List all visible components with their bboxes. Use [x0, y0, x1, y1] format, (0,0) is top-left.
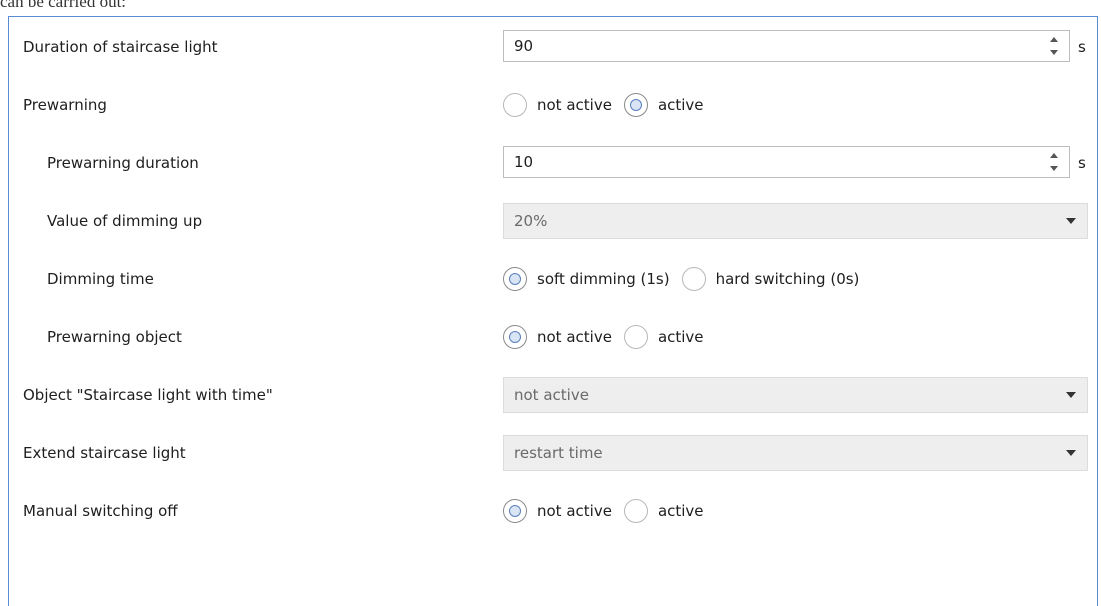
radio-unselected-icon[interactable]: [503, 93, 527, 117]
option-label: active: [657, 328, 704, 346]
row-dimming-time: Dimming time soft dimming (1s) hard swit…: [9, 254, 1099, 304]
row-extend-staircase-light: Extend staircase light restart time: [9, 428, 1099, 478]
radio-selected-icon[interactable]: [623, 93, 648, 117]
option-label: active: [657, 502, 704, 520]
spin-arrows[interactable]: [1048, 35, 1060, 57]
option-label: not active: [537, 96, 612, 114]
prewarning-duration-label: Prewarning duration: [47, 154, 199, 172]
row-value-dimming-up: Value of dimming up 20%: [9, 196, 1099, 246]
prewarning-object-option-not-active[interactable]: not active: [503, 325, 612, 349]
prewarning-label: Prewarning: [23, 96, 107, 114]
radio-selected-icon[interactable]: [503, 325, 527, 349]
selected-value: restart time: [514, 444, 603, 462]
extend-staircase-light-label: Extend staircase light: [23, 444, 186, 462]
selected-value: 20%: [514, 212, 548, 230]
chevron-down-icon[interactable]: [1066, 450, 1076, 456]
duration-staircase-light-label: Duration of staircase light: [23, 38, 218, 56]
row-manual-switching-off: Manual switching off not active active: [9, 486, 1099, 536]
dimming-time-label: Dimming time: [47, 270, 154, 288]
header-text: can be carried out:: [0, 0, 127, 11]
parameter-panel: Duration of staircase light 90 s Prewarn…: [8, 16, 1098, 606]
dimming-time-option-soft[interactable]: soft dimming (1s): [503, 267, 670, 291]
selected-value: not active: [514, 386, 589, 404]
radio-unselected-icon[interactable]: [681, 267, 706, 291]
dimming-time-radio-group: soft dimming (1s) hard switching (0s): [503, 254, 871, 304]
manual-switching-off-radio-group: not active active: [503, 486, 716, 536]
manual-switching-off-option-not-active[interactable]: not active: [503, 499, 612, 523]
spin-down-icon[interactable]: [1050, 166, 1058, 171]
manual-switching-off-label: Manual switching off: [23, 502, 178, 520]
row-prewarning-duration: Prewarning duration 10 s: [9, 138, 1099, 188]
radio-selected-icon[interactable]: [503, 267, 527, 291]
object-staircase-light-select[interactable]: not active: [503, 377, 1088, 413]
value-dimming-up-label: Value of dimming up: [47, 212, 203, 230]
prewarning-duration-input[interactable]: 10: [503, 146, 1070, 178]
value-dimming-up-select[interactable]: 20%: [503, 203, 1088, 239]
option-label: not active: [537, 328, 612, 346]
prewarning-option-not-active[interactable]: not active: [503, 93, 612, 117]
prewarning-object-option-active[interactable]: active: [623, 325, 704, 349]
row-prewarning: Prewarning not active active: [9, 80, 1099, 130]
duration-value: 90: [514, 37, 534, 55]
row-duration-staircase-light: Duration of staircase light 90 s: [9, 22, 1099, 72]
radio-unselected-icon[interactable]: [623, 325, 648, 349]
prewarning-option-active[interactable]: active: [623, 93, 704, 117]
radio-selected-icon[interactable]: [503, 499, 527, 523]
prewarning-duration-value: 10: [514, 153, 534, 171]
spin-up-icon[interactable]: [1050, 37, 1058, 42]
chevron-down-icon[interactable]: [1066, 218, 1076, 224]
row-prewarning-object: Prewarning object not active active: [9, 312, 1099, 362]
option-label: hard switching (0s): [715, 270, 860, 288]
spin-down-icon[interactable]: [1050, 50, 1058, 55]
manual-switching-off-option-active[interactable]: active: [623, 499, 704, 523]
row-object-staircase-light-with-time: Object "Staircase light with time" not a…: [9, 370, 1099, 420]
dimming-time-option-hard[interactable]: hard switching (0s): [681, 267, 860, 291]
option-label: active: [657, 96, 704, 114]
prewarning-object-radio-group: not active active: [503, 312, 716, 362]
object-staircase-light-label: Object "Staircase light with time": [23, 386, 273, 404]
chevron-down-icon[interactable]: [1066, 392, 1076, 398]
spin-arrows[interactable]: [1048, 151, 1060, 173]
duration-staircase-light-input[interactable]: 90: [503, 30, 1070, 62]
unit-seconds: s: [1078, 38, 1086, 56]
unit-seconds: s: [1078, 154, 1086, 172]
spin-up-icon[interactable]: [1050, 153, 1058, 158]
prewarning-radio-group: not active active: [503, 80, 716, 130]
radio-unselected-icon[interactable]: [623, 499, 648, 523]
extend-staircase-light-select[interactable]: restart time: [503, 435, 1088, 471]
option-label: not active: [537, 502, 612, 520]
option-label: soft dimming (1s): [537, 270, 670, 288]
prewarning-object-label: Prewarning object: [47, 328, 182, 346]
